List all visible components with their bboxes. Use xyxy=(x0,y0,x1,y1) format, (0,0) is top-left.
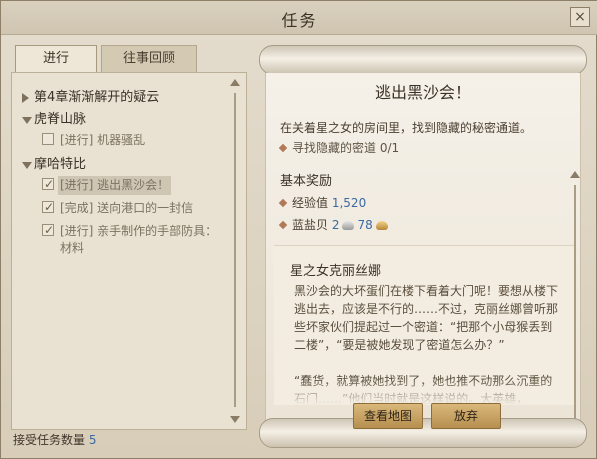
scroll-roll-bottom xyxy=(259,418,587,448)
scroll-up-icon[interactable] xyxy=(230,79,240,86)
accepted-count-value: 5 xyxy=(88,433,97,447)
quest-checkbox[interactable] xyxy=(42,222,54,239)
tab-history[interactable]: 往事回顾 xyxy=(101,45,197,73)
chapter-label: 第4章渐渐解开的疑云 xyxy=(34,90,160,105)
collapse-arrow-icon xyxy=(22,117,32,124)
scroll-track[interactable] xyxy=(574,185,576,425)
tab-in-progress[interactable]: 进行 xyxy=(15,45,97,73)
npc-name: 星之女克丽丝娜 xyxy=(290,264,382,279)
npc-letter: 星之女克丽丝娜 黑沙会的大坏蛋们在楼下看着大门呢！要想从楼下逃出去，应该是不行的… xyxy=(274,245,574,405)
window-title: 任务 xyxy=(281,11,318,30)
expand-arrow-icon xyxy=(22,93,29,103)
quest-title: 逃出黑沙会！ xyxy=(374,83,471,102)
objective-text: 寻找隐藏的密道 0/1 xyxy=(292,141,400,155)
region-item-mohate[interactable]: 摩哈特比 xyxy=(20,154,224,176)
quest-tree: 第4章渐渐解开的疑云 虎脊山脉 [进行] 机器骚乱 摩哈特比 [进行] 逃出黑沙… xyxy=(20,87,224,262)
quest-detail-scroll: 逃出黑沙会！ 在关着星之女的房间里，找到隐藏的秘密通道。 寻找隐藏的密道 0/1… xyxy=(259,45,587,448)
scroll-up-icon[interactable] xyxy=(570,171,580,178)
reward-gold-value: 78 xyxy=(357,218,373,232)
quest-checkbox[interactable] xyxy=(42,199,54,216)
collapse-arrow-icon xyxy=(22,162,32,169)
accepted-quest-count: 接受任务数量 5 xyxy=(13,431,96,448)
quest-label: [进行] 亲手制作的手部防具：材料 xyxy=(60,224,218,255)
reward-money-label: 蓝盐贝 xyxy=(292,218,329,232)
titlebar: 任务 × xyxy=(1,1,597,35)
quest-list-scrollbar[interactable] xyxy=(230,79,240,423)
quest-item[interactable]: [完成] 送向港口的一封信 xyxy=(20,199,224,218)
bullet-icon xyxy=(278,220,288,230)
npc-dialogue: 黑沙会的大坏蛋们在楼下看着大门呢！要想从楼下逃出去，应该是不行的……不过，克丽丝… xyxy=(294,284,559,405)
rewards-header: 基本奖励 xyxy=(280,174,333,189)
region-item-huji[interactable]: 虎脊山脉 xyxy=(20,109,224,131)
quest-item[interactable]: [进行] 机器骚乱 xyxy=(20,131,224,150)
gold-shell-icon xyxy=(375,221,388,230)
quest-label: [进行] 机器骚乱 xyxy=(60,133,146,147)
silver-shell-icon xyxy=(342,221,355,230)
chapter-item[interactable]: 第4章渐渐解开的疑云 xyxy=(20,87,224,109)
scroll-roll-top xyxy=(259,45,587,75)
quest-objective: 寻找隐藏的密道 0/1 xyxy=(278,139,400,156)
quest-list-panel: 第4章渐渐解开的疑云 虎脊山脉 [进行] 机器骚乱 摩哈特比 [进行] 逃出黑沙… xyxy=(11,72,247,430)
quest-item[interactable]: [进行] 亲手制作的手部防具：材料 xyxy=(20,222,224,258)
accepted-count-label: 接受任务数量 xyxy=(13,433,86,447)
quest-checkbox[interactable] xyxy=(42,133,54,145)
bullet-icon xyxy=(278,198,288,208)
reward-silver-value: 2 xyxy=(331,218,340,232)
bullet-icon xyxy=(278,143,288,153)
quest-label: [进行] 逃出黑沙会！ xyxy=(58,176,172,195)
scroll-down-icon[interactable] xyxy=(230,416,240,423)
reward-exp: 经验值 1,520 xyxy=(278,194,367,211)
quest-checkbox[interactable] xyxy=(42,176,54,193)
reward-exp-label: 经验值 xyxy=(292,196,329,210)
scroll-track[interactable] xyxy=(234,93,236,407)
quest-detail-paper: 逃出黑沙会！ 在关着星之女的房间里，找到隐藏的秘密通道。 寻找隐藏的密道 0/1… xyxy=(265,73,581,441)
region-label: 虎脊山脉 xyxy=(34,112,87,127)
quest-item-selected[interactable]: [进行] 逃出黑沙会！ xyxy=(20,176,224,195)
view-map-button[interactable]: 查看地图 xyxy=(353,403,423,429)
quest-label: [完成] 送向港口的一封信 xyxy=(60,201,194,215)
abandon-button[interactable]: 放弃 xyxy=(431,403,501,429)
detail-scrollbar[interactable] xyxy=(570,171,580,441)
quest-window: 任务 × 进行 往事回顾 第4章渐渐解开的疑云 虎脊山脉 [进行] 机器骚乱 摩… xyxy=(0,0,597,459)
quest-description: 在关着星之女的房间里，找到隐藏的秘密通道。 xyxy=(280,121,533,135)
close-button[interactable]: × xyxy=(570,7,590,27)
reward-money: 蓝盐贝 2 78 xyxy=(278,216,391,233)
region-label: 摩哈特比 xyxy=(34,157,87,172)
reward-exp-value: 1,520 xyxy=(331,196,367,210)
